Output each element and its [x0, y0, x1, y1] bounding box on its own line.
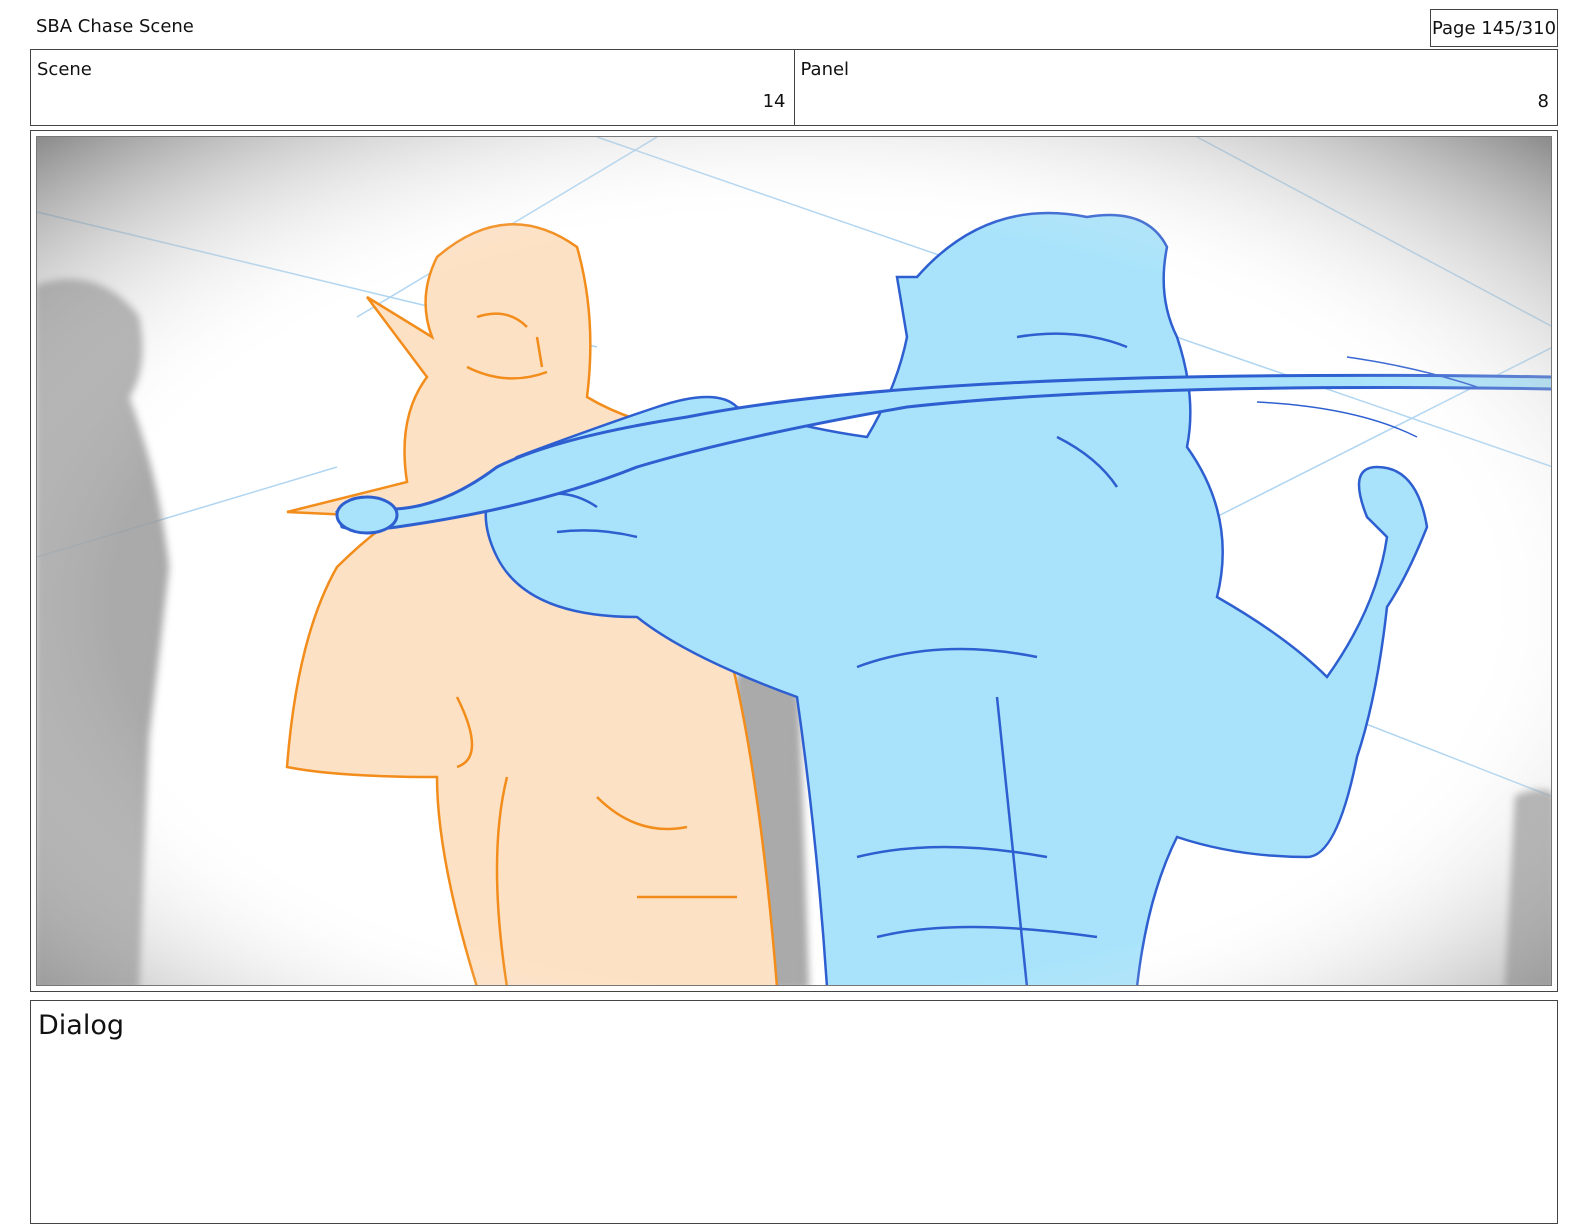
dialog-label: Dialog [38, 1010, 124, 1041]
storyboard-panel-frame [30, 130, 1558, 992]
panel-number: 8 [1537, 91, 1549, 112]
panel-label: Panel [800, 59, 850, 80]
document-title: SBA Chase Scene [36, 16, 194, 37]
scene-number: 14 [762, 91, 786, 112]
storyboard-panel-image [36, 136, 1552, 986]
scene-panel-info: Scene 14 Panel 8 [30, 49, 1558, 126]
panel-sketch [37, 137, 1551, 985]
vignette [37, 137, 1551, 985]
dialog-box: Dialog [30, 1000, 1558, 1224]
scene-cell: Scene 14 [31, 50, 794, 125]
panel-cell: Panel 8 [793, 50, 1558, 125]
scene-label: Scene [37, 59, 92, 80]
page-number: Page 145/310 [1430, 9, 1558, 47]
